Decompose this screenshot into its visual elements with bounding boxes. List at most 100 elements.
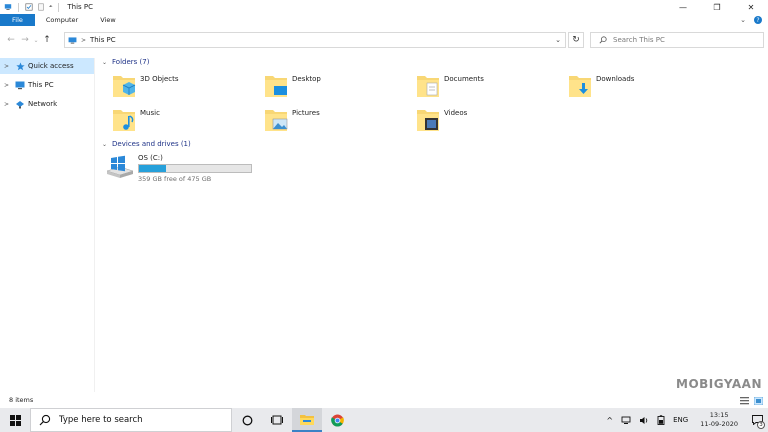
window-title: This PC (67, 3, 94, 11)
show-hidden-icons-button[interactable]: ^ (602, 416, 617, 425)
folder-label: Downloads (596, 75, 635, 83)
taskbar-file-explorer[interactable] (292, 408, 322, 432)
refresh-button[interactable]: ↻ (568, 32, 584, 48)
address-row: ← → ⌄ ↑ > This PC ⌄ ↻ (0, 30, 768, 50)
group-header-label: Folders (7) (112, 58, 150, 66)
folder-downloads[interactable]: Downloads (568, 73, 708, 103)
documents-folder-icon (417, 76, 439, 97)
file-explorer-icon (300, 414, 314, 425)
folder-desktop[interactable]: Desktop (264, 73, 404, 103)
devices-group-header[interactable]: ⌄ Devices and drives (1) (102, 140, 191, 148)
network-tray-icon[interactable] (617, 416, 635, 425)
navigation-pane: > Quick access > This PC > Network (0, 58, 95, 392)
task-view-icon (271, 415, 283, 425)
star-icon (15, 61, 25, 71)
ribbon-tabs: File Computer View ⌄ ? (0, 14, 768, 26)
battery-icon[interactable] (653, 415, 669, 425)
folder-label: Desktop (292, 75, 321, 83)
large-icons-view-icon[interactable] (754, 397, 763, 405)
folder-pictures[interactable]: Pictures (264, 107, 404, 137)
clock[interactable]: 13:15 11-09-2020 (692, 411, 746, 429)
folders-group-header[interactable]: ⌄ Folders (7) (102, 58, 149, 66)
folder-videos[interactable]: Videos (416, 107, 556, 137)
taskbar-chrome[interactable] (322, 408, 352, 432)
expand-ribbon-icon[interactable]: ⌄ (740, 16, 746, 24)
search-box[interactable] (590, 32, 764, 48)
content-pane: ⌄ Folders (7) 3D Objects Desktop Documen… (96, 55, 768, 392)
breadcrumb-this-pc[interactable]: This PC (90, 36, 116, 44)
folder-label: 3D Objects (140, 75, 179, 83)
address-dropdown-icon[interactable]: ⌄ (555, 36, 561, 44)
folder-label: Music (140, 109, 160, 117)
separator (18, 2, 19, 12)
start-button[interactable] (0, 408, 30, 432)
folder-3d-objects[interactable]: 3D Objects (112, 73, 252, 103)
collapse-chevron-icon[interactable]: ⌄ (102, 59, 107, 66)
address-bar[interactable]: > This PC ⌄ (64, 32, 566, 48)
cortana-button[interactable] (232, 408, 262, 432)
nav-item-this-pc[interactable]: > This PC (0, 77, 94, 93)
taskbar-search-input[interactable] (59, 415, 229, 425)
computer-icon (68, 36, 77, 44)
videos-folder-icon (417, 110, 439, 131)
music-folder-icon (113, 110, 135, 131)
expand-chevron-icon[interactable]: > (4, 82, 11, 89)
group-header-label: Devices and drives (1) (112, 140, 191, 148)
system-tray: ^ ENG 13:15 11-09-2020 3 (602, 408, 768, 432)
up-button[interactable]: ↑ (40, 33, 54, 47)
search-icon (39, 414, 51, 426)
desktop-folder-icon (265, 76, 287, 97)
taskbar-search-box[interactable] (30, 408, 232, 432)
network-icon (15, 99, 25, 109)
action-center-button[interactable]: 3 (746, 408, 768, 432)
tab-file[interactable]: File (0, 14, 35, 26)
help-icon[interactable]: ? (754, 16, 762, 24)
maximize-button[interactable]: ❐ (700, 0, 734, 14)
search-input[interactable] (613, 36, 753, 44)
quick-access-toolbar: ⩡ This PC (0, 0, 93, 14)
nav-item-quick-access[interactable]: > Quick access (0, 58, 94, 74)
window-controls: — ❐ ✕ (666, 0, 768, 14)
recent-locations-button[interactable]: ⌄ (32, 33, 40, 47)
drive-os-c[interactable]: OS (C:) 359 GB free of 475 GB (106, 154, 252, 183)
drive-free-space: 359 GB free of 475 GB (138, 175, 212, 183)
details-view-icon[interactable] (740, 397, 749, 405)
customize-toolbar-icon[interactable]: ⩡ (49, 3, 52, 11)
properties-icon[interactable] (25, 3, 33, 11)
folder-label: Videos (444, 109, 468, 117)
folder-label: Documents (444, 75, 484, 83)
volume-icon[interactable] (635, 416, 653, 425)
computer-icon (15, 80, 25, 90)
expand-chevron-icon[interactable]: > (4, 63, 11, 70)
minimize-button[interactable]: — (666, 0, 700, 14)
tab-view[interactable]: View (89, 14, 126, 26)
close-button[interactable]: ✕ (734, 0, 768, 14)
back-button[interactable]: ← (4, 33, 18, 47)
collapse-chevron-icon[interactable]: ⌄ (102, 141, 107, 148)
new-folder-icon[interactable] (37, 3, 45, 11)
separator (58, 2, 60, 12)
cortana-icon (242, 415, 252, 425)
drive-name: OS (C:) (138, 154, 163, 162)
watermark-logo: MOBIGYAAN (676, 377, 762, 391)
language-indicator[interactable]: ENG (669, 416, 692, 424)
ribbon-right-controls: ⌄ ? (740, 14, 762, 26)
taskbar: ^ ENG 13:15 11-09-2020 3 (0, 408, 768, 432)
clock-time: 13:15 (709, 411, 729, 419)
breadcrumb-chevron-icon[interactable]: > (81, 37, 86, 44)
tab-computer[interactable]: Computer (35, 14, 89, 26)
pictures-folder-icon (265, 110, 288, 131)
folder-documents[interactable]: Documents (416, 73, 556, 103)
forward-button[interactable]: → (18, 33, 32, 47)
drive-info: OS (C:) 359 GB free of 475 GB (138, 154, 252, 183)
downloads-folder-icon (569, 76, 591, 97)
windows-logo-icon (9, 414, 21, 426)
notification-count-badge: 3 (757, 421, 765, 429)
folder-music[interactable]: Music (112, 107, 252, 137)
3d-objects-folder-icon (113, 76, 136, 97)
this-pc-app-icon (4, 4, 12, 10)
task-view-button[interactable] (262, 408, 292, 432)
nav-item-network[interactable]: > Network (0, 96, 94, 112)
expand-chevron-icon[interactable]: > (4, 101, 11, 108)
status-bar: 8 items (0, 392, 768, 408)
